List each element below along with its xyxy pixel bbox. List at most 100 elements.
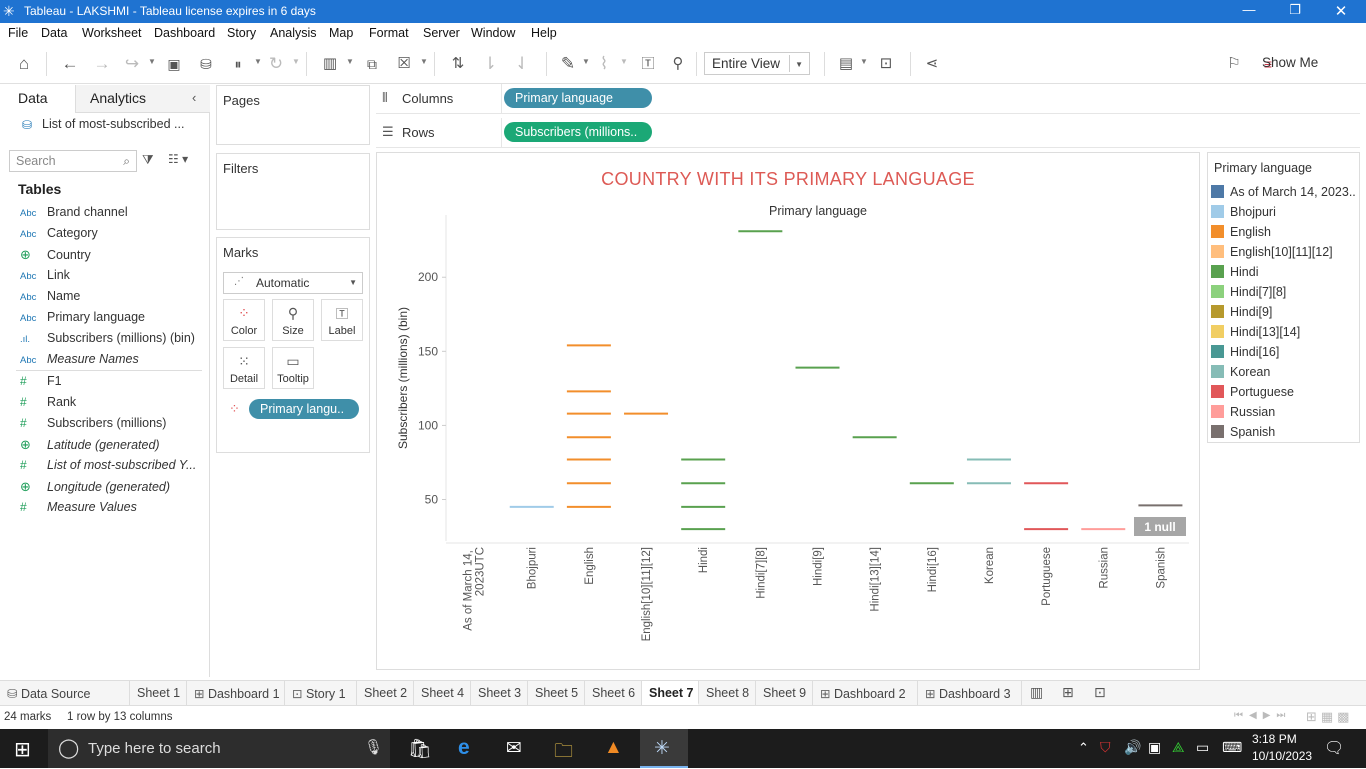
legend-item[interactable]: Spanish xyxy=(1211,425,1275,439)
chevron-down-icon[interactable]: ▼ xyxy=(254,57,262,66)
chevron-down-icon[interactable]: ▼ xyxy=(292,57,300,66)
color-field-pill[interactable]: Primary langu.. xyxy=(249,399,359,419)
menu-window[interactable]: Window xyxy=(471,26,515,40)
minimize-button[interactable]: — xyxy=(1226,2,1272,17)
menu-story[interactable]: Story xyxy=(227,26,256,40)
chevron-down-icon[interactable]: ▼ xyxy=(582,57,590,66)
measure-field[interactable]: # List of most-subscribed Y... xyxy=(20,458,196,472)
legend-item[interactable]: As of March 14, 2023.. xyxy=(1211,185,1356,199)
redo-icon[interactable]: → xyxy=(90,53,114,75)
datasource-name[interactable]: List of most-subscribed ... xyxy=(42,117,184,131)
menu-format[interactable]: Format xyxy=(369,26,409,40)
menu-file[interactable]: File xyxy=(8,26,28,40)
dimension-field[interactable]: Abc Brand channel xyxy=(20,205,128,219)
sheet-tab[interactable]: Sheet 4 xyxy=(414,681,471,705)
sheet-tab[interactable]: Sheet 1 xyxy=(130,681,187,705)
windows-start-icon[interactable]: ⊞ xyxy=(14,737,31,762)
size-button[interactable]: ⚲ Size xyxy=(272,299,314,341)
clear-sheet-icon[interactable]: ☒ xyxy=(392,53,416,75)
upload-icon[interactable]: ⟁ xyxy=(1172,739,1185,756)
chevron-down-icon[interactable]: ▼ xyxy=(860,57,868,66)
sheet-tab[interactable]: Sheet 9 xyxy=(756,681,813,705)
legend-item[interactable]: Hindi[16] xyxy=(1211,345,1279,359)
edge-icon[interactable]: e xyxy=(458,736,470,760)
legend-item[interactable]: English[10][11][12] xyxy=(1211,245,1333,259)
mark-type-select[interactable]: ⋰ Automatic ▼ xyxy=(223,272,363,294)
sheet-tab[interactable]: Sheet 5 xyxy=(528,681,585,705)
sheet-tab[interactable]: Sheet 3 xyxy=(471,681,528,705)
format-painter-icon[interactable]: ⚐ xyxy=(1222,53,1246,75)
sheet-nav-icon[interactable]: ⏮◀▶⏭ xyxy=(1234,710,1291,721)
columns-pill[interactable]: Primary language xyxy=(504,88,652,108)
chevron-down-icon[interactable]: ▼ xyxy=(148,57,156,66)
sort-descending-icon[interactable]: ⇃ xyxy=(510,53,534,75)
show-me-button[interactable]: Show Me xyxy=(1262,55,1318,70)
security-icon[interactable]: ⛉ xyxy=(1100,739,1111,756)
home-icon[interactable]: ⌂ xyxy=(12,53,36,75)
sheet-tab[interactable]: ⊞ Dashboard 1 xyxy=(187,681,285,705)
sheet-tab[interactable]: ⊞ Dashboard 3 xyxy=(918,681,1022,705)
measure-field[interactable]: ⊕ Latitude (generated) xyxy=(20,437,160,453)
sheet-tab[interactable]: Sheet 6 xyxy=(585,681,642,705)
sort-ascending-icon[interactable]: ⇂ xyxy=(478,53,502,75)
dimension-field[interactable]: Abc Link xyxy=(20,268,70,282)
tab-analytics[interactable]: Analytics xyxy=(90,90,146,106)
notifications-icon[interactable]: 🗨 xyxy=(1324,738,1344,758)
clock-date[interactable]: 10/10/2023 xyxy=(1252,749,1312,763)
dimension-field[interactable]: Abc Name xyxy=(20,289,80,303)
field-search-input[interactable]: Search ⌕ xyxy=(9,150,137,172)
menu-dashboard[interactable]: Dashboard xyxy=(154,26,215,40)
presentation-mode-icon[interactable]: ⊡ xyxy=(874,53,898,75)
menu-help[interactable]: Help xyxy=(531,26,557,40)
tab-data[interactable]: Data xyxy=(18,90,48,106)
menu-worksheet[interactable]: Worksheet xyxy=(82,26,142,40)
sheet-tab[interactable]: Sheet 7 xyxy=(642,681,699,705)
battery-icon[interactable]: ▭ xyxy=(1196,739,1209,756)
fit-view-select[interactable]: Entire View ▼ xyxy=(704,52,810,75)
microphone-icon[interactable]: 🎙 xyxy=(364,738,383,756)
new-datasource-icon[interactable]: ⛁ xyxy=(194,53,218,75)
restore-button[interactable]: ❐ xyxy=(1272,2,1318,18)
new-worksheet-icon[interactable]: ▥ xyxy=(1030,684,1043,701)
legend-item[interactable]: English xyxy=(1211,225,1271,239)
dimension-field[interactable]: Abc Primary language xyxy=(20,310,145,324)
filters-card[interactable]: Filters xyxy=(216,153,370,230)
sheet-tab[interactable]: ⊡ Story 1 xyxy=(285,681,357,705)
vlc-icon[interactable]: ▲ xyxy=(604,737,623,759)
fix-axes-icon[interactable]: ⚲ xyxy=(666,53,690,75)
legend-item[interactable]: Bhojpuri xyxy=(1211,205,1276,219)
measure-field[interactable]: ⊕ Longitude (generated) xyxy=(20,479,170,495)
highlight-icon[interactable]: ✎ xyxy=(556,53,580,75)
dimension-field[interactable]: ⊕ Country xyxy=(20,247,91,263)
swap-rows-columns-icon[interactable]: ⇅ xyxy=(446,53,470,75)
close-button[interactable]: ✕ xyxy=(1318,2,1364,20)
legend-item[interactable]: Hindi[13][14] xyxy=(1211,325,1300,339)
clock-time[interactable]: 3:18 PM xyxy=(1252,732,1297,746)
dimension-field[interactable]: Abc Measure Names xyxy=(20,352,139,366)
menu-analysis[interactable]: Analysis xyxy=(270,26,317,40)
store-icon[interactable]: 🛍 xyxy=(408,737,432,761)
file-explorer-icon[interactable]: 🗀 xyxy=(554,737,573,769)
show-cards-icon[interactable]: ▤ xyxy=(834,53,858,75)
detail-button[interactable]: ⁙ Detail xyxy=(223,347,265,389)
legend-item[interactable]: Russian xyxy=(1211,405,1275,419)
share-icon[interactable]: ⋖ xyxy=(920,53,944,75)
duplicate-sheet-icon[interactable]: ⧉ xyxy=(360,53,384,75)
undo-icon[interactable]: ← xyxy=(58,53,82,75)
new-dashboard-icon[interactable]: ⊞ xyxy=(1062,684,1074,701)
legend-item[interactable]: Hindi[9] xyxy=(1211,305,1272,319)
label-button[interactable]: 🅃 Label xyxy=(321,299,363,341)
color-button[interactable]: ⁘ Color xyxy=(223,299,265,341)
filter-icon[interactable]: ⧩ xyxy=(142,152,154,168)
show-mark-labels-icon[interactable]: 🅃 xyxy=(636,53,660,75)
measure-field[interactable]: # Rank xyxy=(20,395,76,409)
legend-item[interactable]: Hindi[7][8] xyxy=(1211,285,1286,299)
chevron-down-icon[interactable]: ▼ xyxy=(620,57,628,66)
new-worksheet-icon[interactable]: ▥ xyxy=(318,53,342,75)
chevron-down-icon[interactable]: ▼ xyxy=(420,57,428,66)
menu-data[interactable]: Data xyxy=(41,26,67,40)
pages-card[interactable]: Pages xyxy=(216,85,370,145)
chevron-up-icon[interactable]: ⌃ xyxy=(1078,740,1089,756)
sheet-tab[interactable]: Sheet 2 xyxy=(357,681,414,705)
collapse-pane-icon[interactable]: ‹ xyxy=(192,90,196,105)
